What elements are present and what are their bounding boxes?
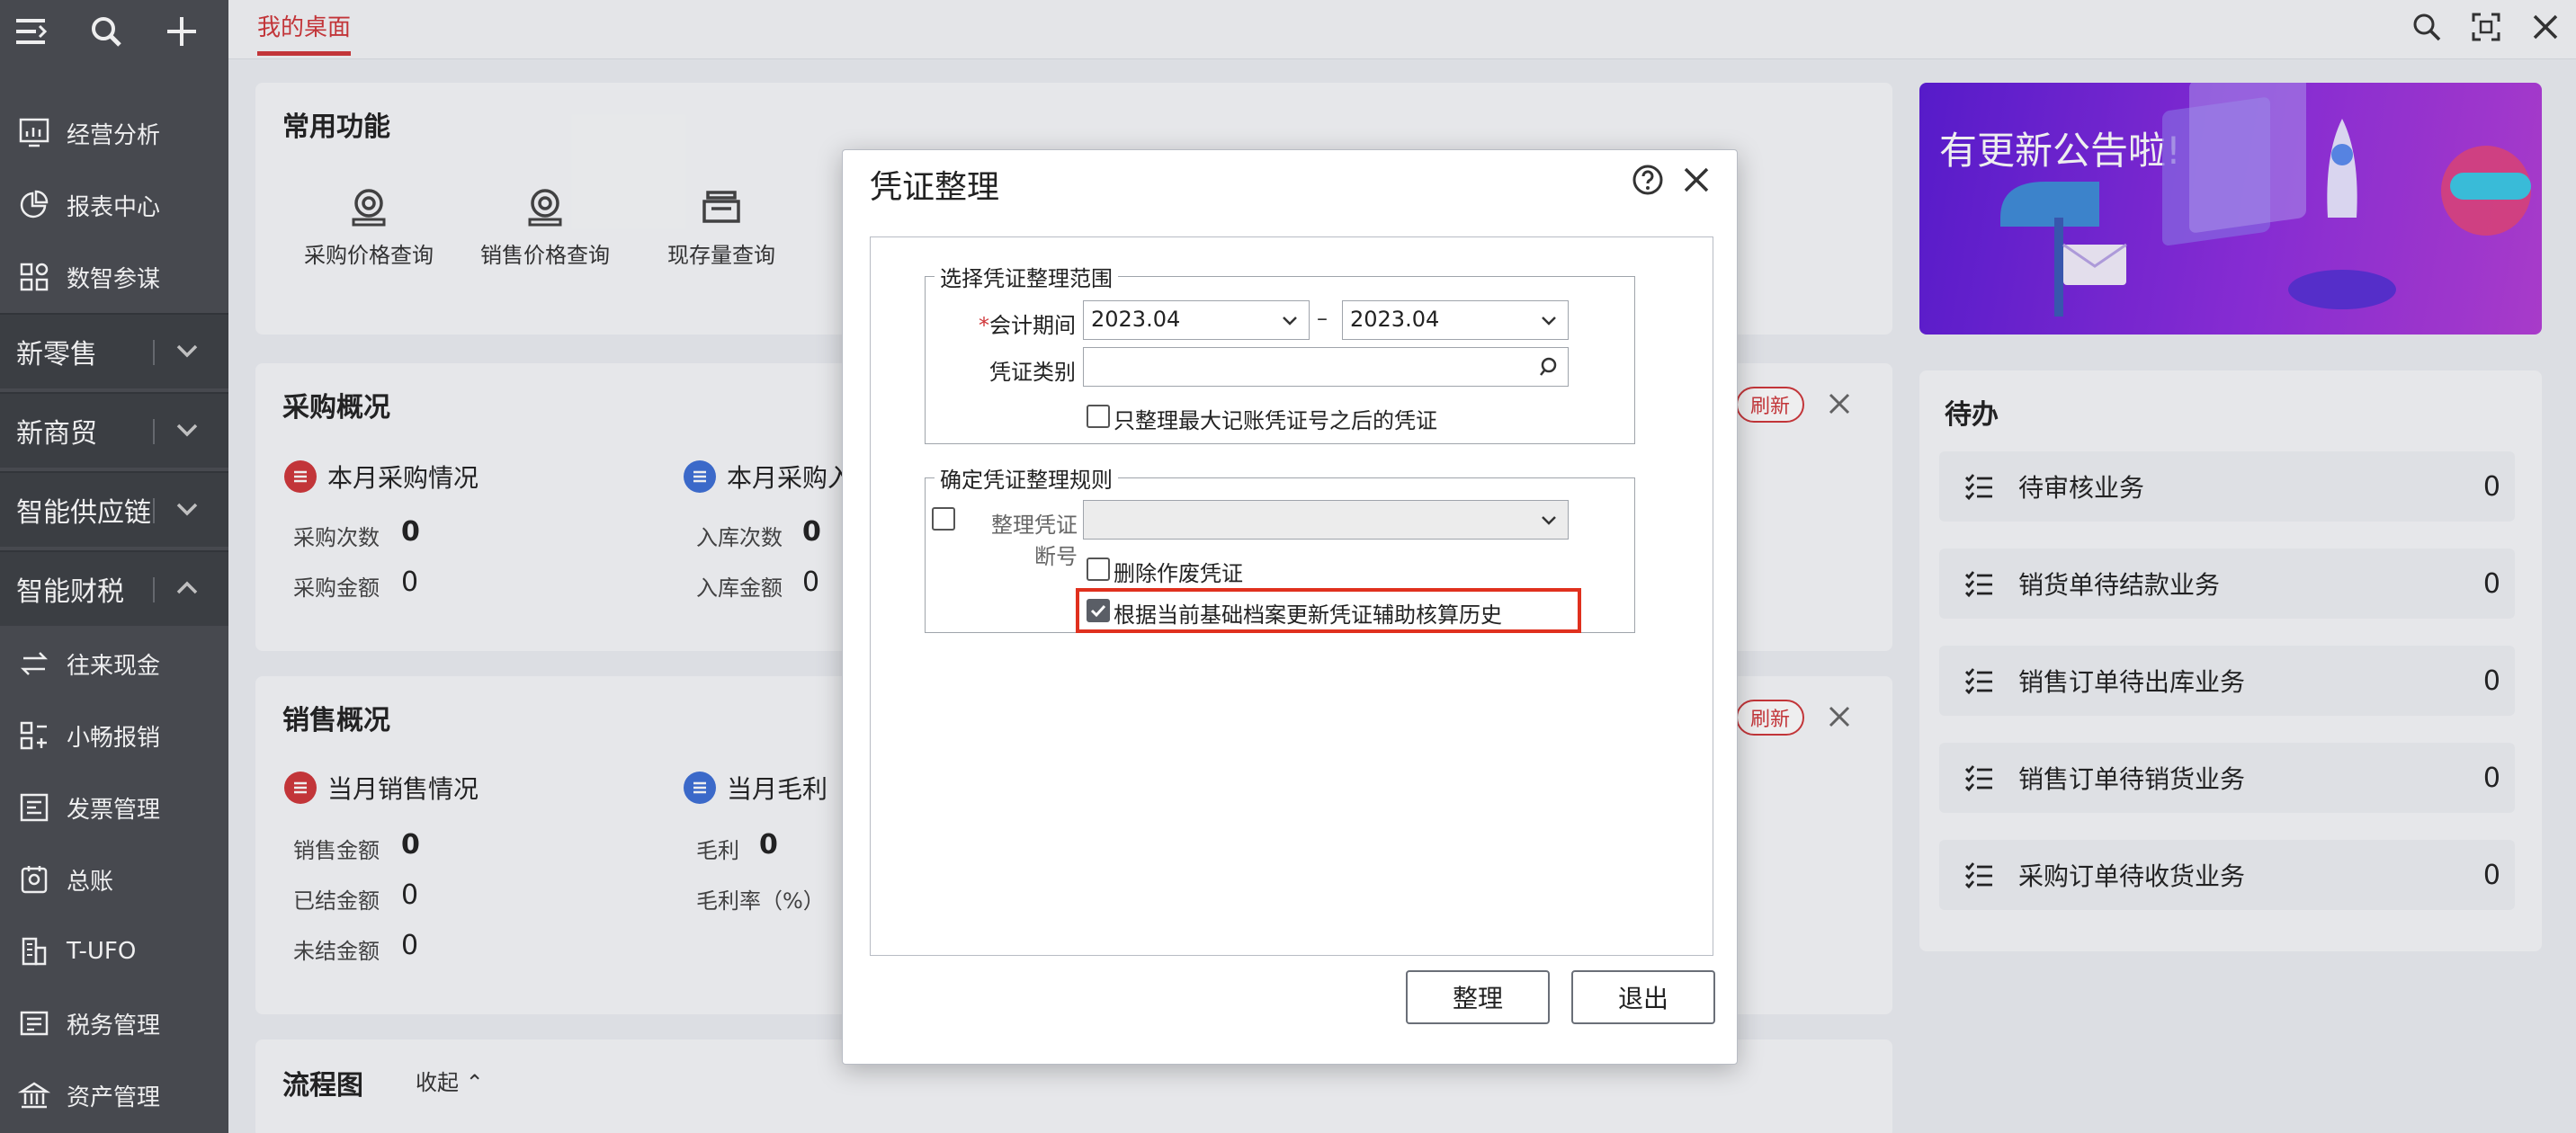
voucher-organize-dialog: 凭证整理 选择凭证整理范围 *会计期间 2023.04 – 2023.04 凭证… [842, 149, 1738, 1065]
close-icon[interactable] [1679, 163, 1713, 197]
break-number-checkbox[interactable] [932, 507, 955, 531]
only-after-max-checkbox[interactable] [1087, 405, 1110, 428]
delete-void-label: 删除作废凭证 [1114, 561, 1243, 586]
update-history-label: 根据当前基础档案更新凭证辅助核算历史 [1114, 602, 1502, 628]
break-number-label: 整理凭证断号 [991, 513, 1078, 569]
exit-button[interactable]: 退出 [1571, 970, 1715, 1024]
chevron-down-icon [1542, 516, 1556, 525]
chevron-down-icon [1542, 317, 1556, 326]
dialog-title: 凭证整理 [870, 169, 1000, 206]
period-label: *会计期间 [970, 308, 1076, 339]
required-mark: * [979, 313, 989, 338]
organize-button[interactable]: 整理 [1406, 970, 1550, 1024]
category-input[interactable] [1083, 347, 1569, 387]
period-to-select[interactable]: 2023.04 [1342, 300, 1569, 340]
help-icon[interactable] [1631, 163, 1665, 197]
chevron-down-icon [1283, 317, 1297, 326]
range-legend: 选择凭证整理范围 [940, 266, 1113, 291]
checkmark-icon [1090, 604, 1106, 618]
delete-void-checkbox[interactable] [1087, 558, 1110, 581]
update-history-checkbox[interactable] [1087, 599, 1110, 622]
dialog-body: 选择凭证整理范围 *会计期间 2023.04 – 2023.04 凭证类别 只整… [870, 236, 1713, 956]
only-after-max-label: 只整理最大记账凭证号之后的凭证 [1114, 408, 1437, 433]
period-separator: – [1317, 306, 1328, 331]
period-from-select[interactable]: 2023.04 [1083, 300, 1310, 340]
category-label: 凭证类别 [989, 360, 1076, 385]
period-label-text: 会计期间 [989, 313, 1076, 338]
rule-legend: 确定凭证整理规则 [940, 468, 1113, 493]
search-icon[interactable] [1537, 355, 1561, 379]
break-number-select[interactable] [1083, 500, 1569, 540]
period-to-value: 2023.04 [1350, 307, 1440, 332]
period-from-value: 2023.04 [1091, 307, 1181, 332]
